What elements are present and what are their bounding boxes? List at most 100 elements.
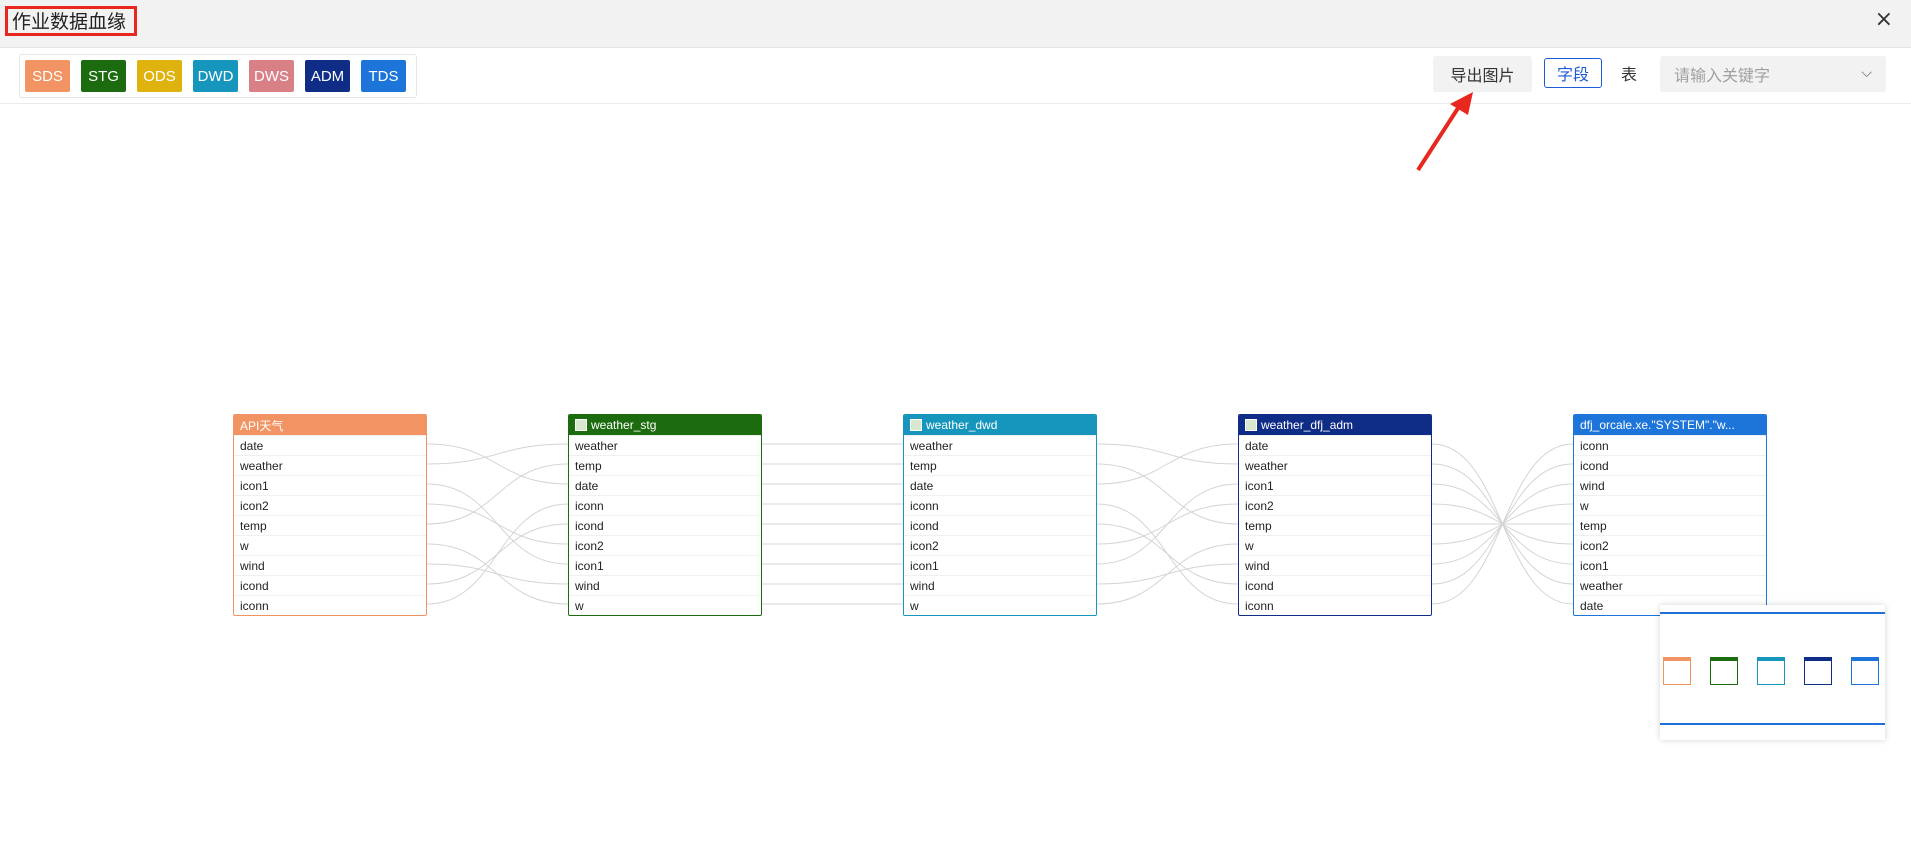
field-row[interactable]: wind [569, 575, 761, 595]
legend-tag-stg[interactable]: STG [81, 60, 126, 92]
field-row[interactable]: w [1574, 495, 1766, 515]
minimap-node [1663, 657, 1691, 685]
lineage-canvas[interactable]: API天气 date weather icon1 icon2 temp w wind icond… [0, 105, 1911, 867]
view-field-tab[interactable]: 字段 [1544, 58, 1602, 88]
close-icon[interactable]: × [1875, 9, 1893, 31]
field-row[interactable]: icond [234, 575, 426, 595]
field-row[interactable]: wind [234, 555, 426, 575]
field-row[interactable]: temp [569, 455, 761, 475]
field-row[interactable]: weather [234, 455, 426, 475]
lineage-edge [426, 563, 569, 585]
lineage-edge [1096, 483, 1239, 565]
minimap-node [1757, 657, 1785, 685]
field-row[interactable]: icon1 [904, 555, 1096, 575]
legend-tag-dwd[interactable]: DWD [193, 60, 238, 92]
field-row[interactable]: date [1239, 435, 1431, 455]
field-row[interactable]: weather [1239, 455, 1431, 475]
field-row[interactable]: icond [1239, 575, 1431, 595]
field-row[interactable]: wind [1574, 475, 1766, 495]
legend-tag-ods[interactable]: ODS [137, 60, 182, 92]
table-node-title: weather_dfj_adm [1239, 415, 1431, 435]
field-row[interactable]: temp [1239, 515, 1431, 535]
legend-tag-sds[interactable]: SDS [25, 60, 70, 92]
minimap[interactable] [1660, 605, 1885, 740]
field-row[interactable]: icon2 [1239, 495, 1431, 515]
field-row[interactable]: w [234, 535, 426, 555]
field-row[interactable]: icon1 [1574, 555, 1766, 575]
table-node[interactable]: API天气 date weather icon1 icon2 temp w wind icond… [233, 414, 427, 616]
field-row[interactable]: weather [904, 435, 1096, 455]
field-row[interactable]: icon2 [904, 535, 1096, 555]
lineage-edge [426, 463, 569, 525]
field-row[interactable]: w [1239, 535, 1431, 555]
table-node-title: weather_stg [569, 415, 761, 435]
field-row[interactable]: temp [1574, 515, 1766, 535]
table-node[interactable]: weather_dfj_admdate weather icon1 icon2 temp… [1238, 414, 1432, 616]
field-row[interactable]: iconn [234, 595, 426, 615]
field-row[interactable]: iconn [1239, 595, 1431, 615]
lineage-edge [1096, 543, 1239, 605]
table-node-title: weather_dwd [904, 415, 1096, 435]
minimap-node [1851, 657, 1879, 685]
minimap-node [1804, 657, 1832, 685]
lineage-edge [1096, 463, 1239, 525]
field-row[interactable]: icon2 [569, 535, 761, 555]
field-row[interactable]: icon2 [1574, 535, 1766, 555]
field-row[interactable]: icon2 [234, 495, 426, 515]
field-row[interactable]: iconn [904, 495, 1096, 515]
table-icon [575, 419, 587, 431]
field-row[interactable]: temp [234, 515, 426, 535]
field-row[interactable]: icond [1574, 455, 1766, 475]
table-node[interactable]: dfj_orcale.xe."SYSTEM"."w... iconn icond wi… [1573, 414, 1767, 616]
field-row[interactable]: iconn [1574, 435, 1766, 455]
legend-tag-dws[interactable]: DWS [249, 60, 294, 92]
field-row[interactable]: iconn [569, 495, 761, 515]
page-title: 作业数据血缘 [5, 6, 138, 36]
table-node-title-text: API天气 [240, 418, 284, 433]
field-row[interactable]: date [234, 435, 426, 455]
table-node-title: API天气 [234, 415, 426, 435]
keyword-placeholder: 请输入关键字 [1674, 66, 1771, 85]
toolbar: SDS STG ODS DWD DWS ADM TDS 导出图片 字段 表 请输… [0, 48, 1911, 104]
table-node-title: dfj_orcale.xe."SYSTEM"."w... [1574, 415, 1766, 435]
table-icon [910, 419, 922, 431]
lineage-edge [1096, 443, 1239, 465]
keyword-select[interactable]: 请输入关键字 ⌵ [1660, 56, 1886, 92]
table-node-title-text: weather_dfj_adm [1261, 418, 1354, 432]
minimap-viewport-top [1660, 612, 1885, 614]
minimap-viewport-bottom [1660, 723, 1885, 725]
field-row[interactable]: icond [904, 515, 1096, 535]
lineage-edge [426, 503, 569, 545]
field-row[interactable]: w [569, 595, 761, 615]
lineage-edge [426, 443, 569, 485]
field-row[interactable]: wind [904, 575, 1096, 595]
lineage-edge [426, 443, 569, 465]
layer-legend: SDS STG ODS DWD DWS ADM TDS [19, 54, 417, 98]
view-table-tab[interactable]: 表 [1604, 58, 1654, 88]
table-node-title-text: weather_dwd [926, 418, 998, 432]
field-row[interactable]: icon1 [1239, 475, 1431, 495]
field-row[interactable]: date [904, 475, 1096, 495]
field-row[interactable]: weather [569, 435, 761, 455]
field-row[interactable]: wind [1239, 555, 1431, 575]
lineage-edge [1096, 443, 1239, 485]
lineage-edge [1096, 523, 1239, 585]
field-row[interactable]: date [569, 475, 761, 495]
lineage-edge [426, 503, 569, 605]
field-row[interactable]: icon1 [569, 555, 761, 575]
field-row[interactable]: icond [569, 515, 761, 535]
table-node-title-text: dfj_orcale.xe."SYSTEM"."w... [1580, 418, 1735, 432]
field-row[interactable]: icon1 [234, 475, 426, 495]
table-node-title-text: weather_stg [591, 418, 657, 432]
field-row[interactable]: w [904, 595, 1096, 615]
table-node[interactable]: weather_stg weather temp date iconn icond icon… [568, 414, 762, 616]
table-node[interactable]: weather_dwd weather temp date iconn icond icon… [903, 414, 1097, 616]
export-image-button[interactable]: 导出图片 [1433, 56, 1532, 92]
title-bar: 作业数据血缘 × [0, 0, 1911, 48]
legend-tag-tds[interactable]: TDS [361, 60, 406, 92]
legend-tag-adm[interactable]: ADM [305, 60, 350, 92]
field-row[interactable]: temp [904, 455, 1096, 475]
field-row[interactable]: weather [1574, 575, 1766, 595]
minimap-node [1710, 657, 1738, 685]
chevron-down-icon: ⌵ [1861, 65, 1872, 81]
